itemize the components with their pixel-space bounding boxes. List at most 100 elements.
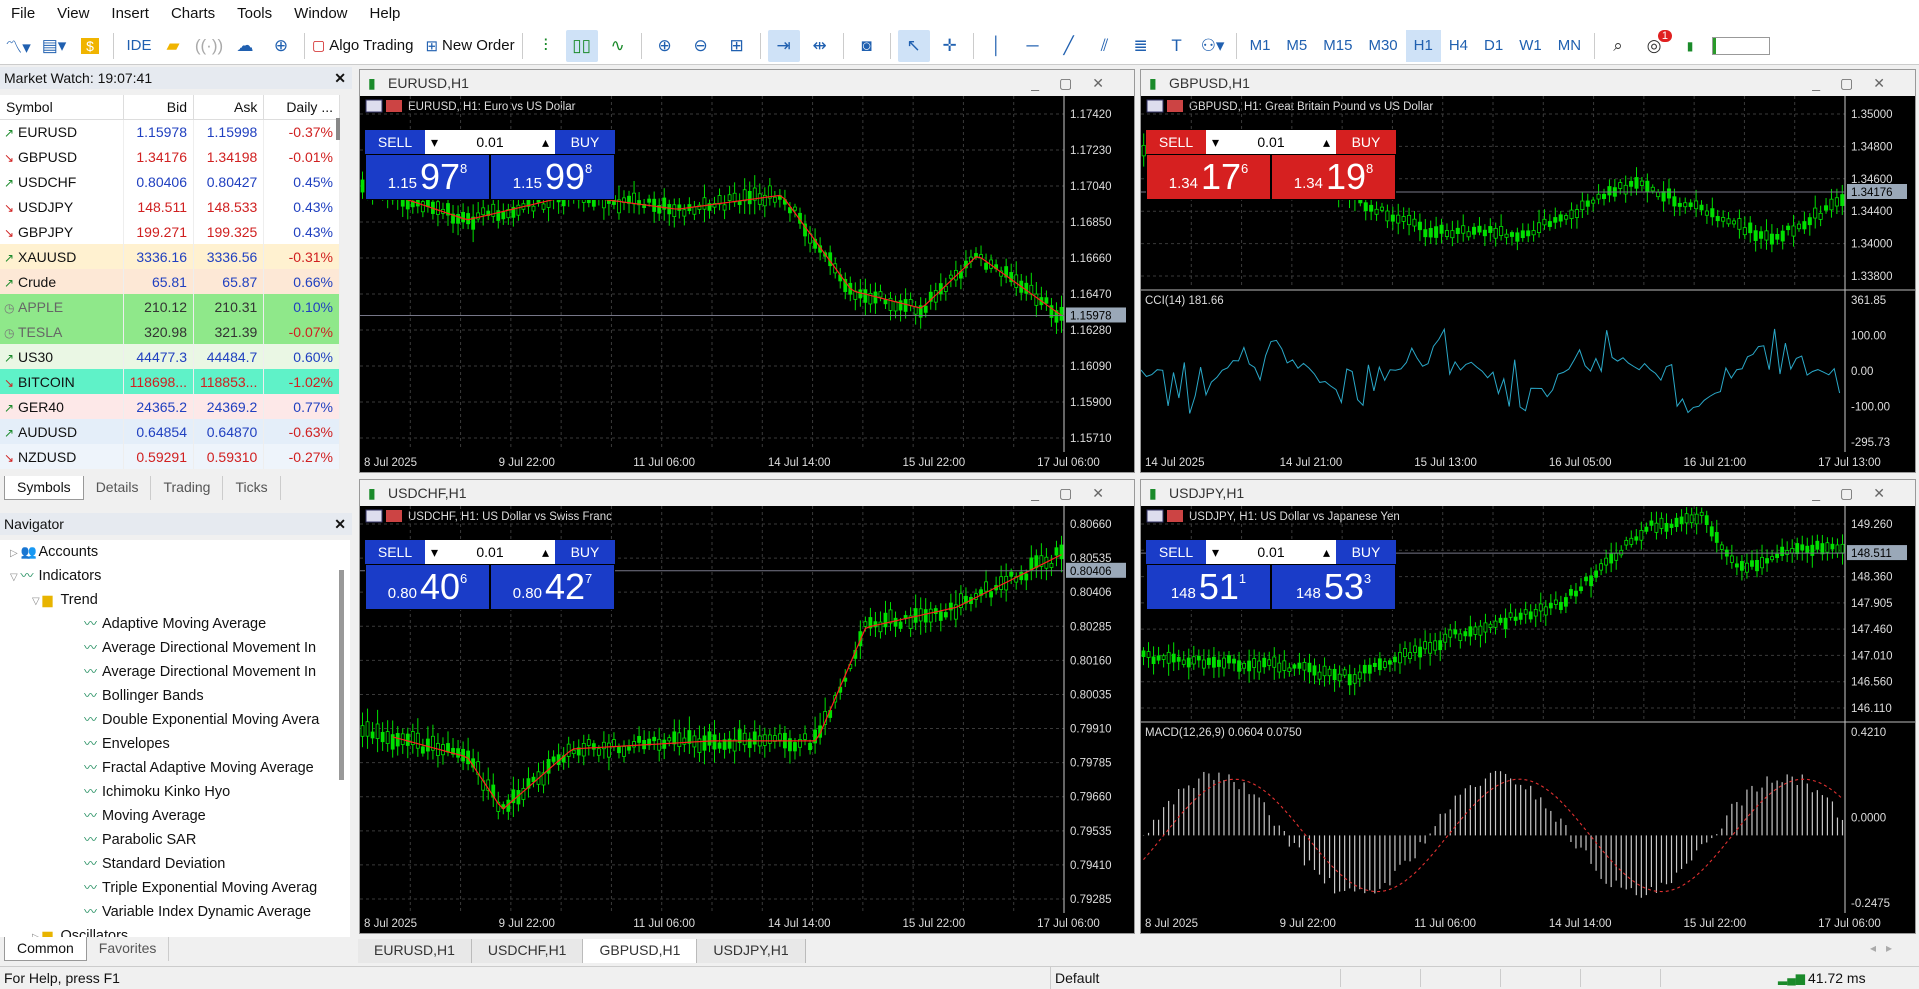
table-row[interactable]: ↘ USDJPY 148.511 148.533 0.43%: [0, 194, 340, 219]
chart-window-usdchf[interactable]: ▮ USDCHF,H1 _▢✕ USDCHF, H1: US Dollar vs S…: [359, 479, 1135, 934]
lot-size-input[interactable]: ▾ 0.01 ▴: [425, 130, 555, 154]
sell-button[interactable]: SELL: [1146, 130, 1206, 154]
indicator-item[interactable]: 〰 Standard Deviation: [0, 852, 350, 876]
timeframe-mn[interactable]: MN: [1550, 30, 1589, 62]
sell-button[interactable]: SELL: [365, 540, 425, 564]
indicator-item[interactable]: 〰 Triple Exponential Moving Averag: [0, 876, 350, 900]
menu-window[interactable]: Window: [283, 0, 358, 27]
column-header-bid[interactable]: Bid: [123, 95, 194, 120]
ide-button[interactable]: IDE: [121, 30, 153, 62]
table-row[interactable]: ↗ XAUUSD 3336.16 3336.56 -0.31%: [0, 244, 340, 269]
chevron-up-icon[interactable]: ▴: [1323, 544, 1330, 561]
market-watch-scrollbar[interactable]: [336, 118, 340, 140]
buy-button[interactable]: BUY: [1336, 540, 1396, 564]
tree-item-trend[interactable]: ▽ ▆ Trend: [0, 588, 350, 612]
indicator-item[interactable]: 〰 Average Directional Movement In: [0, 636, 350, 660]
sell-button[interactable]: SELL: [1146, 540, 1206, 564]
indicator-item[interactable]: 〰 Fractal Adaptive Moving Average: [0, 756, 350, 780]
menu-tools[interactable]: Tools: [226, 0, 283, 27]
table-row[interactable]: ◷ APPLE 210.12 210.31 0.10%: [0, 294, 340, 319]
table-row[interactable]: ↗ AUDUSD 0.64854 0.64870 -0.63%: [0, 419, 340, 444]
vertical-line-icon[interactable]: │: [981, 30, 1013, 62]
horizontal-line-icon[interactable]: ─: [1017, 30, 1049, 62]
indicator-item[interactable]: 〰 Double Exponential Moving Avera: [0, 708, 350, 732]
crosshair-icon[interactable]: ✛: [934, 30, 966, 62]
table-row[interactable]: ↘ GBPUSD 1.34176 1.34198 -0.01%: [0, 144, 340, 169]
navigator-scrollbar[interactable]: [339, 570, 344, 780]
chart-tab-eurusd[interactable]: EURUSD,H1: [358, 939, 472, 963]
column-header-ask[interactable]: Ask: [193, 95, 265, 120]
cursor-icon[interactable]: ↖: [897, 29, 930, 62]
window-controls[interactable]: _▢✕: [1031, 480, 1124, 506]
buy-price[interactable]: 1.15 99 8: [490, 154, 615, 200]
lot-size-input[interactable]: ▾ 0.01 ▴: [1206, 540, 1336, 564]
chart-window-usdjpy[interactable]: ▮ USDJPY,H1 _▢✕ USDJPY, H1: US Dollar vs J…: [1140, 479, 1916, 934]
lot-size-input[interactable]: ▾ 0.01 ▴: [1206, 130, 1336, 154]
candlestick-chart-icon[interactable]: ▯▯: [565, 29, 598, 62]
sell-price[interactable]: 148 51 1: [1146, 564, 1271, 610]
table-row[interactable]: ↗ USDCHF 0.80406 0.80427 0.45%: [0, 169, 340, 194]
grid-icon[interactable]: ⊞: [721, 30, 753, 62]
tree-item-oscillators[interactable]: ▷ ▆Oscillators: [0, 924, 350, 937]
signal-icon[interactable]: ((·)): [193, 30, 225, 62]
timeframe-d1[interactable]: D1: [1476, 30, 1511, 62]
chart-window-gbpusd[interactable]: ▮ GBPUSD,H1 _▢✕ GBPUSD, H1: Great Britain …: [1140, 69, 1916, 473]
indicator-item[interactable]: 〰 Ichimoku Kinko Hyo: [0, 780, 350, 804]
timeframe-m15[interactable]: M15: [1315, 30, 1360, 62]
column-header-daily[interactable]: Daily ...: [263, 95, 340, 120]
table-row[interactable]: ↘ BITCOIN 118698... 118853... -1.02%: [0, 369, 340, 394]
sell-price[interactable]: 1.15 97 8: [365, 154, 490, 200]
chart-tab-gbpusd[interactable]: GBPUSD,H1: [583, 939, 698, 963]
bag-icon[interactable]: ▰: [157, 30, 189, 62]
chevron-up-icon[interactable]: ▴: [542, 544, 549, 561]
indicator-item[interactable]: 〰 Adaptive Moving Average: [0, 612, 350, 636]
tree-item-indicators[interactable]: ▽ 〰 Indicators: [0, 564, 350, 588]
close-icon[interactable]: ✕: [334, 513, 346, 535]
tab-favorites[interactable]: Favorites: [87, 937, 170, 961]
algo-trading-button[interactable]: ▢ Algo Trading: [312, 30, 413, 62]
table-row[interactable]: ↗ EURUSD 1.15978 1.15998 -0.37%: [0, 119, 340, 144]
dollar-icon[interactable]: $: [74, 30, 106, 62]
sell-price[interactable]: 0.80 40 6: [365, 564, 490, 610]
timeframe-w1[interactable]: W1: [1511, 30, 1550, 62]
indicator-item[interactable]: 〰 Variable Index Dynamic Average: [0, 900, 350, 924]
menu-charts[interactable]: Charts: [160, 0, 226, 27]
indicator-item[interactable]: 〰 Parabolic SAR: [0, 828, 350, 852]
cloud-icon[interactable]: ☁: [229, 30, 261, 62]
timeframe-m1[interactable]: M1: [1242, 30, 1279, 62]
timeframe-m30[interactable]: M30: [1360, 30, 1405, 62]
new-order-button[interactable]: ⊞ New Order: [425, 30, 514, 62]
buy-price[interactable]: 148 53 3: [1271, 564, 1396, 610]
indicator-item[interactable]: 〰 Average Directional Movement In: [0, 660, 350, 684]
window-controls[interactable]: _▢✕: [1812, 70, 1905, 96]
table-row[interactable]: ◷ TESLA 320.98 321.39 -0.07%: [0, 319, 340, 344]
zoom-out-icon[interactable]: ⊖: [685, 30, 717, 62]
chart-tab-usdchf[interactable]: USDCHF,H1: [471, 939, 584, 963]
chevron-down-icon[interactable]: ▾: [431, 544, 438, 561]
chevron-down-icon[interactable]: ▾: [1212, 544, 1219, 561]
template-icon[interactable]: ▤▾: [38, 30, 70, 62]
text-icon[interactable]: T: [1161, 30, 1193, 62]
search-icon[interactable]: ⌕: [1602, 30, 1634, 62]
buy-price[interactable]: 0.80 42 7: [490, 564, 615, 610]
chevron-up-icon[interactable]: ▴: [1323, 134, 1330, 151]
chevron-up-icon[interactable]: ▴: [542, 134, 549, 151]
menu-insert[interactable]: Insert: [100, 0, 160, 27]
signal-strength-icon[interactable]: ▮: [1674, 30, 1706, 62]
sell-button[interactable]: SELL: [365, 130, 425, 154]
vps-icon[interactable]: ⊕: [265, 30, 297, 62]
line-chart-icon[interactable]: ∿: [602, 30, 634, 62]
tab-details[interactable]: Details: [84, 476, 152, 500]
chevron-down-icon[interactable]: ▾: [431, 134, 438, 151]
menu-help[interactable]: Help: [359, 0, 412, 27]
buy-price[interactable]: 1.34 19 8: [1271, 154, 1396, 200]
chart-window-eurusd[interactable]: ▮ EURUSD,H1 _▢✕ EURUSD, H1: Euro vs US Dol…: [359, 69, 1135, 473]
timeframe-h4[interactable]: H4: [1441, 30, 1476, 62]
indicator-item[interactable]: 〰 Moving Average: [0, 804, 350, 828]
timeframe-m5[interactable]: M5: [1278, 30, 1315, 62]
table-row[interactable]: ↗ Crude 65.81 65.87 0.66%: [0, 269, 340, 294]
lot-size-input[interactable]: ▾ 0.01 ▴: [425, 540, 555, 564]
bar-chart-icon[interactable]: ⫶: [530, 30, 562, 62]
window-controls[interactable]: _▢✕: [1812, 480, 1905, 506]
indicator-item[interactable]: 〰 Bollinger Bands: [0, 684, 350, 708]
